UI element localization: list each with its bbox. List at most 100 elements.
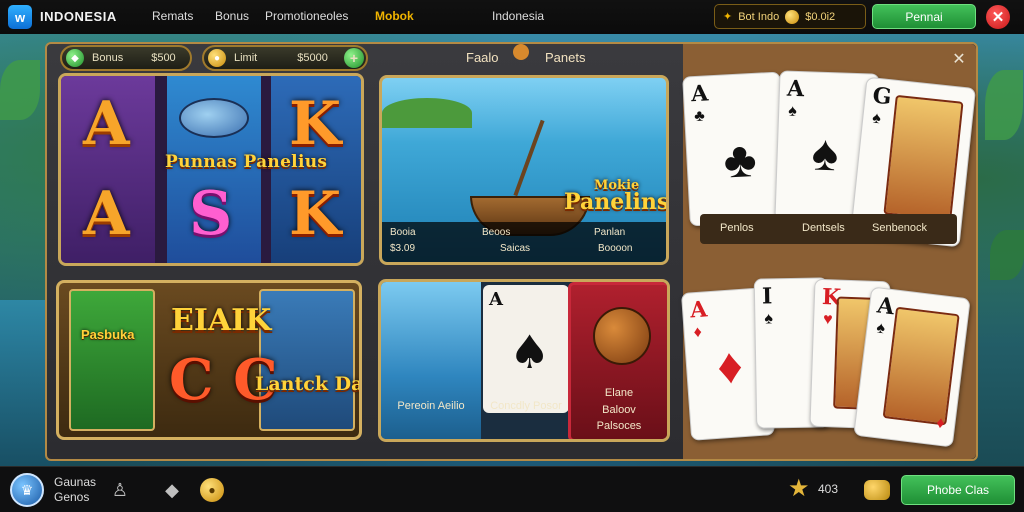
- fishing-info-value: Boooon: [598, 243, 633, 254]
- cards-caption: Dentsels: [802, 222, 845, 234]
- diamond-icon: ♦: [935, 414, 946, 433]
- fishing-info-label: Booia: [390, 227, 416, 238]
- heart-icon: ♥: [822, 311, 833, 329]
- coin-icon[interactable]: ●: [200, 478, 224, 502]
- wallet-display[interactable]: ✦ Bot Indo $0.0i2: [714, 4, 866, 29]
- combo-caption-left: Pereoin Aeilio: [397, 400, 465, 412]
- featured-game-card[interactable]: Elane Baloov Palsoces: [568, 282, 667, 439]
- fish-icon: [179, 98, 249, 138]
- card-rank: I: [761, 283, 773, 310]
- nav-item-promotions[interactable]: Promotioneoles: [265, 9, 348, 23]
- fishing-info-value: Saicas: [500, 243, 531, 254]
- diamond-icon: ♦: [693, 323, 703, 342]
- slot-game-logo: Punnas Panelius: [165, 152, 328, 172]
- gem-icon: ●: [208, 49, 226, 67]
- region-label: Indonesia: [492, 9, 545, 23]
- fishing-game-logo: Mokie Panelins: [564, 179, 669, 216]
- stat-limit-pill[interactable]: ● Limit $5000 +: [202, 45, 368, 71]
- star-icon: ★: [788, 475, 810, 502]
- cards-caption-bar: Penlos Dentsels Senbenock: [700, 214, 957, 244]
- slot-symbol: S: [189, 179, 233, 249]
- star-value: 403: [818, 482, 839, 496]
- leaf-decoration: [990, 230, 1024, 280]
- ship-icon: [381, 282, 481, 439]
- spade-icon: ♠: [810, 124, 840, 182]
- logo-icon[interactable]: w: [8, 5, 32, 29]
- bottom-action-button[interactable]: Phobe Clas: [901, 475, 1015, 505]
- cards-caption: Senbenock: [872, 222, 928, 234]
- panel-close-icon[interactable]: ✕: [950, 51, 968, 69]
- game-tile-fishing[interactable]: Mokie Panelins Booia $3.09 Beoos Saicas …: [379, 75, 669, 265]
- face-card-portrait: [882, 306, 960, 426]
- slot-symbol: A: [83, 179, 130, 249]
- stat-limit-label: Limit: [234, 52, 258, 64]
- brand-name[interactable]: INDONESIA: [40, 9, 117, 24]
- gem-icon: ◆: [66, 49, 84, 67]
- top-action-button[interactable]: Pennai: [872, 4, 976, 29]
- user-subtitle: Genos: [54, 490, 90, 504]
- pirate-heading: EIAIK: [171, 303, 272, 338]
- treasure-pot-icon: [593, 307, 651, 365]
- game-tile-slots[interactable]: A A S K K Punnas Panelius: [58, 73, 364, 266]
- stat-bonus-pill[interactable]: ◆ Bonus $500: [60, 45, 192, 71]
- fishing-info-footer: Booia $3.09 Beoos Saicas Panlan Boooon: [382, 222, 666, 262]
- spade-icon: ♠: [509, 325, 551, 379]
- slot-symbol: K: [289, 89, 342, 159]
- wallet-balance: $0.0i2: [805, 10, 836, 23]
- card-rank: A: [786, 75, 805, 103]
- game-tile-combo[interactable]: A ♠ Pereoin Aeilio Concdly Posor Elane B…: [378, 279, 670, 442]
- card-rank: A: [689, 296, 709, 324]
- stat-bonus-value: $500: [151, 52, 176, 64]
- key-icon[interactable]: [864, 480, 890, 500]
- featured-caption: Elane Baloov Palsoces: [571, 385, 667, 435]
- card-rank: A: [690, 80, 709, 108]
- nav-item-mobile[interactable]: Mobok: [375, 9, 414, 23]
- person-icon[interactable]: ♙: [108, 478, 132, 502]
- nav-item-bonus[interactable]: Bonus: [215, 9, 249, 23]
- playing-card[interactable]: A ♣ ♣: [682, 71, 788, 227]
- pirate-character-panel: Pasbuka: [69, 289, 155, 431]
- card-rank: A: [875, 292, 896, 321]
- stat-bonus-label: Bonus: [92, 52, 124, 64]
- diamond-icon: ♦: [715, 337, 745, 395]
- close-icon[interactable]: ✕: [986, 5, 1010, 29]
- cards-caption: Penlos: [720, 222, 754, 234]
- playing-card: A ♠: [483, 285, 569, 413]
- wallet-icon: ✦: [723, 11, 733, 23]
- leaf-decoration: [0, 60, 40, 120]
- bottom-bar: ♛ Gaunas Genos ♙ ◆ ● ★ 403 Phobe Clas: [0, 466, 1024, 512]
- spade-icon: ♠: [787, 102, 798, 120]
- diamond-icon[interactable]: ◆: [160, 478, 184, 502]
- panel-title-right: Panets: [545, 50, 586, 65]
- slot-symbol: K: [289, 179, 342, 249]
- nav-item-1[interactable]: Remats: [152, 9, 193, 23]
- playing-card[interactable]: A ♠ ♦: [853, 286, 971, 448]
- club-icon: ♣: [722, 130, 758, 189]
- fishing-info-label: Beoos: [482, 227, 511, 238]
- slot-symbol: A: [83, 89, 130, 159]
- fishing-info-value: $3.09: [390, 243, 416, 254]
- wallet-label: Bot Indo: [738, 10, 780, 23]
- coin-icon: [785, 9, 800, 24]
- featured-caption-line: Palsoces: [596, 420, 642, 432]
- title-ornament-icon: [513, 44, 529, 60]
- leaf-decoration: [985, 70, 1023, 140]
- fishing-logo-main: Panelins: [564, 189, 669, 216]
- pirate-left-label: Pasbuka: [81, 327, 135, 342]
- fishing-info-label: Panlan: [594, 227, 626, 238]
- spade-icon: ♠: [871, 109, 882, 128]
- island-decoration: [382, 98, 472, 128]
- game-tile-pirate[interactable]: Pasbuka EIAIK C C Lantck Danius: [56, 280, 362, 440]
- top-bar: w INDONESIA Remats Bonus Promotioneoles …: [0, 0, 1024, 34]
- username: Gaunas: [54, 475, 97, 489]
- stat-limit-value: $5000: [297, 52, 328, 64]
- featured-caption-line: Baloov: [602, 403, 636, 416]
- face-card-portrait: [883, 94, 964, 222]
- combo-caption-mid: Concdly Posor: [490, 400, 562, 412]
- spade-icon: ♠: [875, 319, 886, 338]
- spade-icon: ♠: [764, 310, 774, 328]
- card-rank: A: [489, 289, 503, 310]
- avatar[interactable]: ♛: [10, 473, 44, 507]
- add-icon[interactable]: +: [344, 48, 364, 68]
- card-rank: G: [871, 82, 893, 111]
